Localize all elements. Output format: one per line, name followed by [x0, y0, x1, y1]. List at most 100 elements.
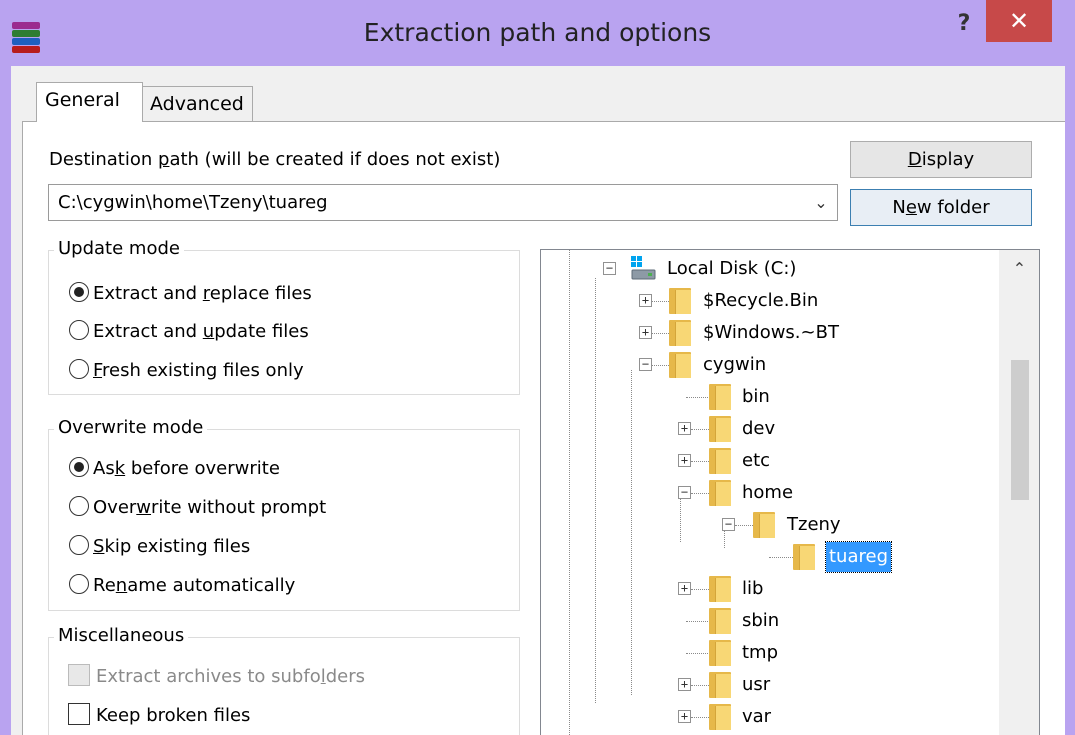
radio-button[interactable]	[69, 535, 89, 555]
overwrite-mode-legend: Overwrite mode	[54, 417, 208, 438]
folder-icon	[669, 286, 693, 314]
tree-guide-line	[686, 621, 708, 622]
checkbox-extract-to-subfolders[interactable]: Extract archives to subfolders	[68, 664, 365, 689]
tree-item-local-disk[interactable]: − Local Disk (C:)	[541, 254, 991, 284]
destination-path-combo[interactable]: C:\cygwin\home\Tzeny\tuareg ⌄	[48, 184, 838, 221]
chevron-down-icon[interactable]: ⌄	[811, 185, 831, 220]
tab-general[interactable]: General	[36, 82, 143, 122]
window-title: Extraction path and options	[363, 18, 712, 47]
tree-item-bin[interactable]: bin	[541, 382, 991, 412]
tree-item-label: bin	[742, 386, 770, 407]
expand-toggle[interactable]: +	[639, 294, 652, 307]
tree-item-windows-bt[interactable]: + $Windows.~BT	[541, 318, 991, 348]
tree-scrollbar[interactable]: ⌃	[999, 250, 1039, 735]
hard-drive-icon	[629, 254, 657, 282]
collapse-toggle[interactable]: −	[722, 518, 735, 531]
radio-button[interactable]	[69, 496, 89, 516]
radio-rename-automatically[interactable]: Rename automatically	[69, 574, 295, 598]
folder-tree[interactable]: − Local Disk (C:) + $Recycle.Bin + $Wind…	[540, 249, 1040, 735]
scroll-thumb[interactable]	[1011, 360, 1029, 500]
tree-guide-line	[735, 525, 753, 526]
collapse-toggle[interactable]: −	[678, 486, 691, 499]
radio-button-checked[interactable]	[69, 282, 89, 302]
tree-guide-line	[651, 301, 669, 302]
tree-guide-line	[651, 333, 669, 334]
tree-item-label: etc	[742, 450, 771, 471]
tree-item-label: lib	[742, 578, 764, 599]
help-button[interactable]: ?	[942, 6, 986, 42]
tab-advanced[interactable]: Advanced	[141, 86, 253, 122]
tree-item-var[interactable]: + var	[541, 702, 991, 732]
expand-toggle[interactable]: +	[678, 454, 691, 467]
radio-fresh-existing[interactable]: Fresh existing files only	[69, 359, 304, 383]
expand-toggle[interactable]: +	[639, 326, 652, 339]
tree-item-dev[interactable]: + dev	[541, 414, 991, 444]
update-mode-legend: Update mode	[54, 238, 184, 259]
destination-path-value: C:\cygwin\home\Tzeny\tuareg	[58, 192, 328, 213]
tree-item-label: $Recycle.Bin	[703, 290, 819, 311]
scroll-up-arrow-icon[interactable]: ⌃	[999, 254, 1039, 284]
general-tab-panel: Destination path (will be created if doe…	[22, 121, 1065, 735]
folder-icon	[793, 542, 817, 570]
radio-overwrite-without-prompt[interactable]: Overwrite without prompt	[69, 496, 326, 520]
radio-extract-update[interactable]: Extract and update files	[69, 320, 309, 344]
tree-guide-line	[691, 717, 709, 718]
tree-item-cygwin[interactable]: − cygwin	[541, 350, 991, 380]
radio-label: Overwrite without prompt	[93, 497, 327, 518]
expand-toggle[interactable]: +	[678, 710, 691, 723]
folder-icon	[709, 446, 733, 474]
tree-item-label-selected: tuareg	[824, 541, 893, 573]
tree-guide-line	[691, 493, 709, 494]
radio-label: Extract and replace files	[93, 283, 312, 304]
checkbox-keep-broken-files[interactable]: Keep broken files	[68, 703, 251, 728]
expand-toggle[interactable]: +	[678, 422, 691, 435]
folder-icon	[753, 510, 777, 538]
winrar-books-icon	[12, 22, 40, 53]
tree-item-tuareg[interactable]: tuareg	[541, 541, 991, 573]
new-folder-button[interactable]: New folder	[850, 189, 1032, 226]
radio-button[interactable]	[69, 574, 89, 594]
tree-item-usr[interactable]: + usr	[541, 670, 991, 700]
collapse-toggle[interactable]: −	[603, 262, 616, 275]
tree-item-label: usr	[742, 674, 771, 695]
tree-item-recycle-bin[interactable]: + $Recycle.Bin	[541, 286, 991, 316]
checkbox-label: Keep broken files	[96, 705, 251, 726]
tree-guide-line	[691, 589, 709, 590]
tree-item-tmp[interactable]: tmp	[541, 638, 991, 668]
tree-guide-line	[691, 461, 709, 462]
window-border-left	[0, 66, 11, 735]
radio-button[interactable]	[69, 359, 89, 379]
folder-icon	[709, 414, 733, 442]
tree-item-lib[interactable]: + lib	[541, 574, 991, 604]
destination-path-label: Destination path (will be created if doe…	[49, 149, 501, 170]
radio-skip-existing[interactable]: Skip existing files	[69, 535, 250, 559]
collapse-toggle[interactable]: −	[639, 358, 652, 371]
radio-button[interactable]	[69, 320, 89, 340]
tree-item-label: $Windows.~BT	[703, 322, 839, 343]
folder-icon	[709, 382, 733, 410]
tree-item-tzeny[interactable]: − Tzeny	[541, 510, 991, 540]
expand-toggle[interactable]: +	[678, 582, 691, 595]
folder-icon	[669, 318, 693, 346]
radio-extract-replace[interactable]: Extract and replace files	[69, 282, 312, 306]
tree-guide-line	[651, 365, 669, 366]
checkbox-disabled	[68, 664, 90, 686]
radio-label: Skip existing files	[93, 536, 251, 557]
display-button[interactable]: Display	[850, 141, 1032, 178]
close-button[interactable]: ✕	[986, 0, 1052, 42]
title-bar[interactable]: Extraction path and options ? ✕	[0, 0, 1075, 66]
folder-icon	[709, 574, 733, 602]
radio-label: Fresh existing files only	[93, 360, 304, 381]
tree-item-sbin[interactable]: sbin	[541, 606, 991, 636]
tree-item-etc[interactable]: + etc	[541, 446, 991, 476]
checkbox[interactable]	[68, 703, 90, 725]
tree-guide-line	[686, 397, 708, 398]
tree-guide-line	[686, 653, 708, 654]
tree-item-home[interactable]: − home	[541, 478, 991, 508]
radio-label: Ask before overwrite	[93, 458, 280, 479]
expand-toggle[interactable]: +	[678, 678, 691, 691]
radio-button-checked[interactable]	[69, 457, 89, 477]
tree-item-label: home	[742, 482, 794, 503]
radio-ask-before-overwrite[interactable]: Ask before overwrite	[69, 457, 280, 481]
window-border-right	[1065, 66, 1075, 735]
